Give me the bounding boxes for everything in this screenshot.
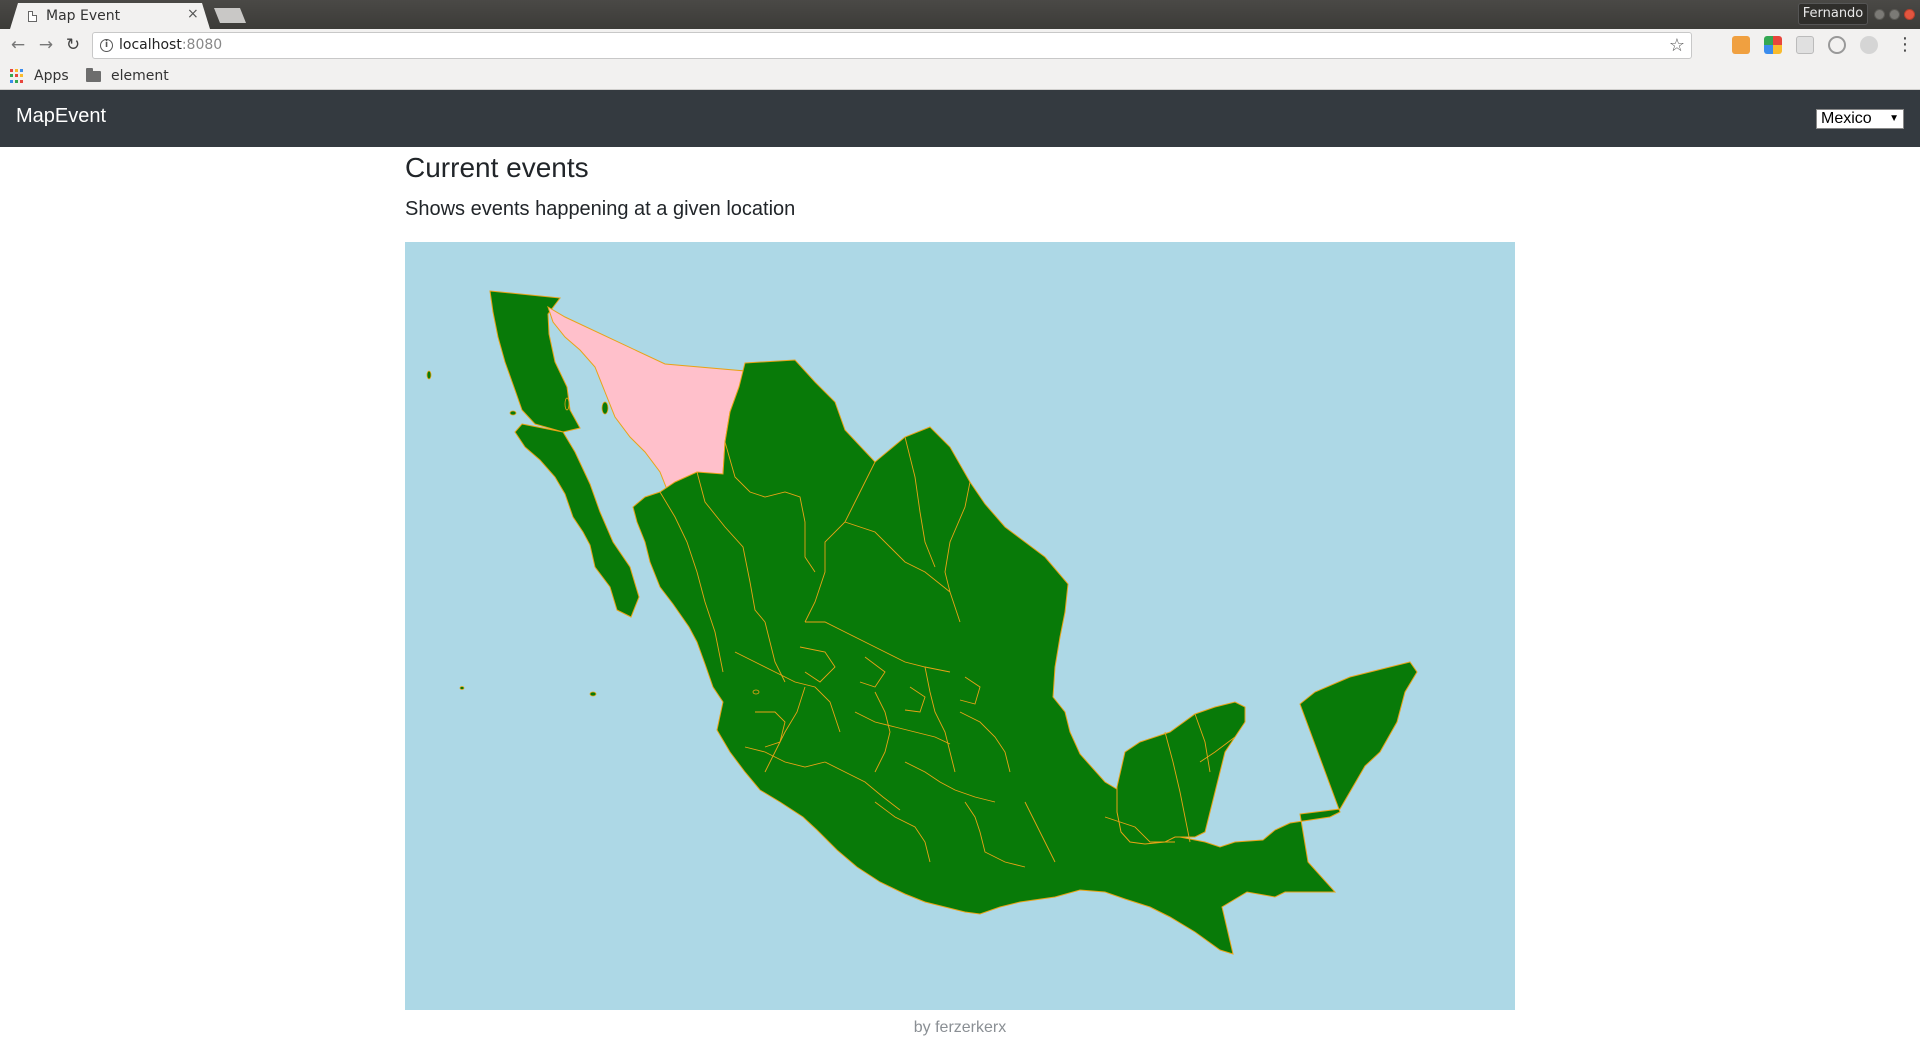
bookmark-star-icon[interactable]: ☆ [1669,35,1685,56]
browser-toolbar: ← → ↻ i localhost:8080 ☆ ⋮ [0,29,1920,62]
close-window-icon[interactable] [1904,9,1915,20]
folder-icon [86,67,101,82]
browser-tab[interactable]: Map Event × [10,3,210,29]
extension-grid-icon[interactable] [1796,36,1814,54]
page-title: Current events [405,152,589,183]
tab-title: Map Event [46,8,121,24]
profile-button[interactable]: Fernando [1798,3,1868,25]
bookmark-label: Apps [34,68,69,84]
reload-icon[interactable]: ↻ [63,35,83,55]
extension-gear-icon[interactable] [1860,36,1878,54]
back-arrow-icon[interactable]: ← [8,35,28,55]
new-tab-button[interactable] [214,8,246,23]
address-bar[interactable]: i localhost:8080 ☆ [92,32,1692,59]
mexico-map[interactable] [405,242,1515,1010]
extension-circle-icon[interactable] [1828,36,1846,54]
site-info-icon[interactable]: i [100,39,113,52]
bookmark-label: element [111,68,169,84]
url-host: localhost [119,37,182,53]
extension-color-icon[interactable] [1764,36,1782,54]
bookmark-apps[interactable]: Apps [10,66,69,86]
minimize-window-icon[interactable] [1874,9,1885,20]
bookmarks-bar: Apps element [0,62,1920,90]
brand-link[interactable]: MapEvent [16,105,106,128]
forward-arrow-icon[interactable]: → [36,35,56,55]
browser-menu-icon[interactable]: ⋮ [1896,34,1914,55]
extension-icon[interactable] [1732,36,1750,54]
page-icon [28,11,37,22]
country-select[interactable]: Mexico ▼ [1816,109,1904,129]
browser-tabstrip: Map Event × Fernando [0,0,1920,29]
url-text[interactable]: localhost:8080 [119,37,222,53]
page-subtitle: Shows events happening at a given locati… [405,198,796,220]
url-port: :8080 [181,37,223,53]
map-container[interactable] [405,242,1515,1010]
country-select-value: Mexico [1821,110,1872,127]
app-navbar: MapEvent Mexico ▼ [0,90,1920,147]
tab-close-icon[interactable]: × [187,6,199,22]
footer-credit: by ferzerkerx [913,1019,1007,1036]
chevron-down-icon: ▼ [1889,113,1899,124]
bookmark-element[interactable]: element [86,66,169,86]
maximize-window-icon[interactable] [1889,9,1900,20]
apps-grid-icon [10,69,24,83]
